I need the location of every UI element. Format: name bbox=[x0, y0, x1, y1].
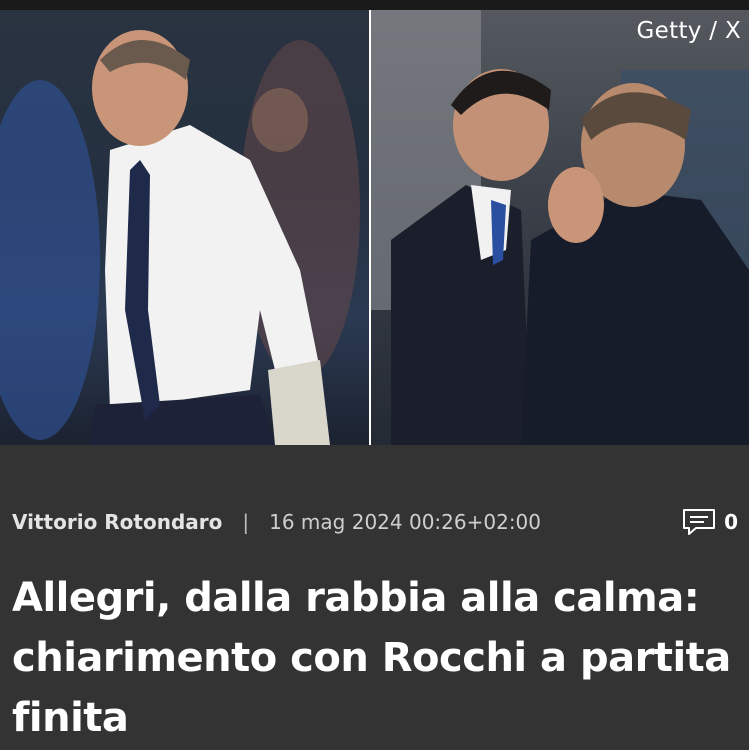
photo-allegri-rocchi bbox=[371, 10, 749, 445]
hero-image[interactable]: Getty / X bbox=[0, 0, 749, 445]
photo-allegri-angry bbox=[0, 10, 369, 445]
author-name[interactable]: Vittorio Rotondaro bbox=[12, 510, 222, 534]
meta-separator: | bbox=[242, 510, 250, 534]
comment-icon bbox=[682, 508, 716, 536]
comments-button[interactable]: 0 bbox=[682, 508, 738, 536]
article-meta: Vittorio Rotondaro | 16 mag 2024 00:26+0… bbox=[12, 505, 738, 539]
photo-credit: Getty / X bbox=[636, 18, 741, 44]
publish-date: 16 mag 2024 00:26+02:00 bbox=[269, 510, 542, 534]
article-title: Allegri, dalla rabbia alla calma: chiari… bbox=[12, 575, 731, 741]
photo-left-illustration bbox=[0, 30, 360, 445]
photo-right-illustration bbox=[371, 10, 749, 445]
comment-count: 0 bbox=[724, 510, 738, 534]
